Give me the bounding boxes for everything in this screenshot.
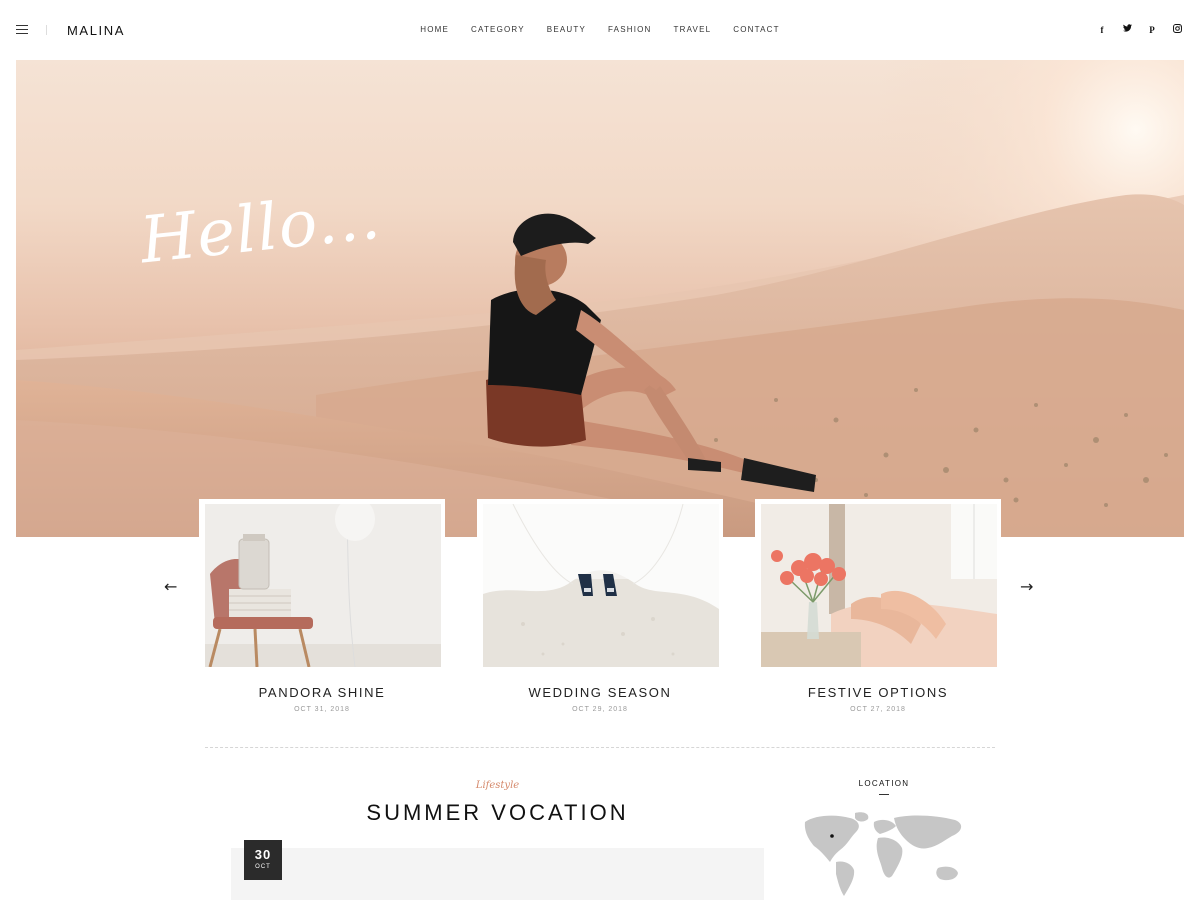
date-month: OCT [255,864,271,870]
arrow-right-icon[interactable]: → [1020,577,1033,596]
card-title[interactable]: PANDORA SHINE [199,685,445,700]
post-card[interactable]: PANDORA SHINE OCT 31, 2018 [199,499,445,731]
card-image[interactable] [761,504,997,667]
date-day: 30 [254,847,272,862]
nav-fashion[interactable]: FASHION [608,25,652,34]
instagram-icon[interactable] [1172,24,1182,37]
site-header: MALINA HOME CATEGORY BEAUTY FASHION TRAV… [0,0,1200,60]
pinterest-icon[interactable]: P [1147,24,1157,37]
card-image[interactable] [483,504,719,667]
facebook-icon[interactable]: f [1097,24,1107,37]
section-divider [205,747,995,748]
nav-category[interactable]: CATEGORY [471,25,525,34]
card-date: OCT 27, 2018 [850,706,906,713]
nav-travel[interactable]: TRAVEL [674,25,712,34]
post-card[interactable]: WEDDING SEASON OCT 29, 2018 [477,499,723,731]
nav-beauty[interactable]: BEAUTY [547,25,586,34]
nav-home[interactable]: HOME [420,25,449,34]
post-category[interactable]: Lifestyle [230,780,765,791]
card-title[interactable]: WEDDING SEASON [477,685,723,700]
widget-title-underline [879,794,889,795]
card-title[interactable]: FESTIVE OPTIONS [755,685,1001,700]
hero-banner: Hello... [16,60,1184,537]
date-badge: 30 OCT [244,840,282,880]
twitter-icon[interactable] [1122,24,1132,37]
post-card[interactable]: FESTIVE OPTIONS OCT 27, 2018 [755,499,1001,731]
card-image[interactable] [205,504,441,667]
post-image[interactable] [231,848,764,900]
card-date: OCT 31, 2018 [294,706,350,713]
main-navigation: HOME CATEGORY BEAUTY FASHION TRAVEL CONT… [0,25,1200,34]
widget-title: LOCATION [858,779,910,788]
desert-photo [16,60,1184,537]
social-links: f P [1097,24,1182,37]
post-title[interactable]: SUMMER VOCATION [230,800,765,826]
nav-contact[interactable]: CONTACT [733,25,779,34]
world-map [800,810,970,898]
card-date: OCT 29, 2018 [572,706,628,713]
arrow-left-icon[interactable]: ← [164,577,177,596]
